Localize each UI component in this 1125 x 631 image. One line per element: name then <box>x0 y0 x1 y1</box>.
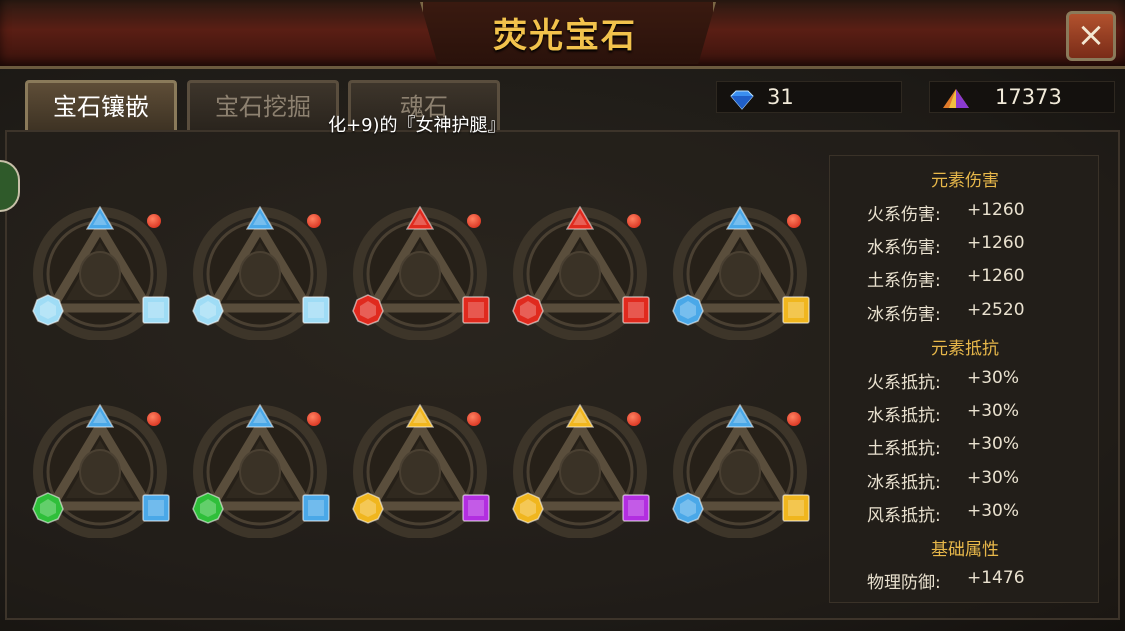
stat-value: +30% <box>967 501 1020 521</box>
notification-dot <box>147 214 161 228</box>
stat-value: +2520 <box>967 300 1025 320</box>
stat-label: 土系抵抗: <box>867 439 941 459</box>
stat-label: 水系伤害: <box>867 238 941 258</box>
gem-slot-10[interactable] <box>670 398 820 538</box>
notification-dot <box>627 412 641 426</box>
gem-slot-5[interactable] <box>670 200 820 340</box>
gem-slot-1[interactable] <box>30 200 180 340</box>
gem-slot-9[interactable] <box>510 398 660 538</box>
notification-dot <box>627 214 641 228</box>
gem-slot-8[interactable] <box>350 398 500 538</box>
notification-dot <box>787 214 801 228</box>
diamond-value: 31 <box>767 85 794 109</box>
notification-dot <box>307 214 321 228</box>
stat-value: +1260 <box>967 200 1025 220</box>
stats-panel: 元素伤害 火系伤害: +1260 水系伤害: +1260 土系伤害: +1260 冰系… <box>829 155 1099 603</box>
close-icon[interactable]: × <box>1077 15 1106 55</box>
stat-label: 物理防御: <box>867 573 941 593</box>
gem-slot-6[interactable] <box>30 398 180 538</box>
notification-dot <box>467 412 481 426</box>
stat-value: +30% <box>967 434 1020 454</box>
stat-label: 土系伤害: <box>867 271 941 291</box>
stat-label: 风系抵抗: <box>867 506 941 526</box>
item-tooltip: 化+9)的『女神护腿』 <box>328 115 506 136</box>
diamond-icon <box>729 88 755 118</box>
gem-slot-3[interactable] <box>350 200 500 340</box>
gem-slot-7[interactable] <box>190 398 340 538</box>
stat-label: 水系抵抗: <box>867 406 941 426</box>
crystal-counter: 17373 <box>929 81 1115 113</box>
tab-gem-mining[interactable]: 宝石挖掘 <box>187 80 339 130</box>
tab-gem-inlay[interactable]: 宝石镶嵌 <box>25 80 177 130</box>
notification-dot <box>467 214 481 228</box>
window-title: 荧光宝石 <box>493 16 637 56</box>
stat-label: 冰系抵抗: <box>867 473 941 493</box>
gem-slot-2[interactable] <box>190 200 340 340</box>
stat-label: 火系抵抗: <box>867 373 941 393</box>
notification-dot <box>307 412 321 426</box>
stat-value: +1260 <box>967 266 1025 286</box>
crystal-value: 17373 <box>995 85 1062 109</box>
gem-slot-4[interactable] <box>510 200 660 340</box>
diamond-counter: 31 <box>716 81 902 113</box>
section-element-damage: 元素伤害 <box>931 171 999 191</box>
crystal-icon <box>942 88 970 118</box>
stat-label: 冰系伤害: <box>867 305 941 325</box>
section-base-attributes: 基础属性 <box>931 540 999 560</box>
stat-value: +1260 <box>967 233 1025 253</box>
notification-dot <box>787 412 801 426</box>
close-button[interactable]: × <box>1066 11 1116 61</box>
stat-value: +30% <box>967 401 1020 421</box>
stat-value: +1476 <box>967 568 1025 588</box>
notification-dot <box>147 412 161 426</box>
stat-label: 火系伤害: <box>867 205 941 225</box>
stat-value: +30% <box>967 468 1020 488</box>
section-element-resist: 元素抵抗 <box>931 339 999 359</box>
stat-value: +30% <box>967 368 1020 388</box>
